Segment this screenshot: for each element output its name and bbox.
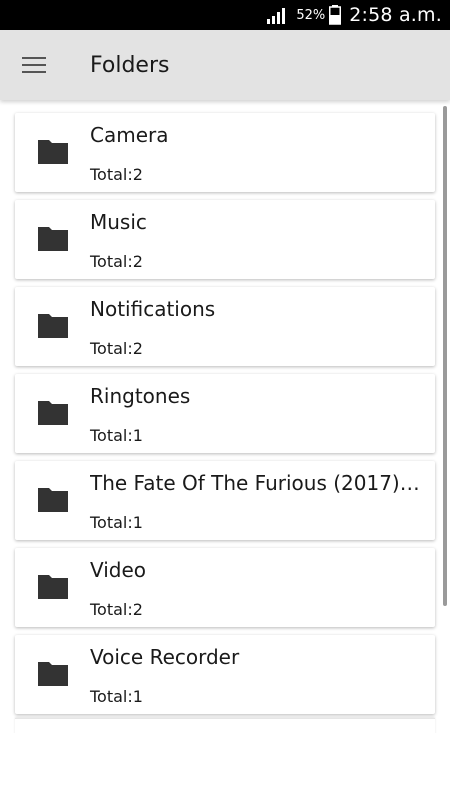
- folder-name: Music: [90, 210, 147, 234]
- folder-item-voice-recorder[interactable]: Voice Recorder Total:1: [15, 635, 435, 714]
- folder-list[interactable]: Camera Total:2 Music Total:2 Notificatio…: [0, 100, 450, 733]
- folder-item-partial[interactable]: [15, 718, 435, 733]
- folder-count: Total:2: [90, 339, 143, 358]
- battery-icon: [329, 5, 342, 25]
- folder-item-fate-of-the-furious[interactable]: The Fate Of The Furious (2017) [1080p] […: [15, 461, 435, 540]
- battery-percent: 52%: [296, 7, 326, 23]
- folder-item-camera[interactable]: Camera Total:2: [15, 113, 435, 192]
- folder-count: Total:2: [90, 252, 143, 271]
- folder-count: Total:1: [90, 687, 143, 706]
- app-bar: Folders: [0, 30, 450, 100]
- page-title: Folders: [90, 52, 170, 78]
- folder-icon: [38, 575, 68, 599]
- folder-count: Total:1: [90, 426, 143, 445]
- folder-name: The Fate Of The Furious (2017) [1080p] […: [90, 471, 425, 495]
- scrollbar[interactable]: [443, 106, 447, 606]
- status-bar: 52% 2:58 a.m.: [0, 0, 450, 30]
- folder-item-video[interactable]: Video Total:2: [15, 548, 435, 627]
- folder-name: Voice Recorder: [90, 645, 240, 669]
- clock: 2:58 a.m.: [349, 4, 442, 26]
- folder-name: Ringtones: [90, 384, 191, 408]
- folder-count: Total:1: [90, 513, 143, 532]
- folder-icon: [38, 314, 68, 338]
- folder-item-notifications[interactable]: Notifications Total:2: [15, 287, 435, 366]
- folder-icon: [38, 227, 68, 251]
- status-indicators: 52% 2:58 a.m.: [266, 0, 442, 30]
- folder-name: Video: [90, 558, 147, 582]
- folder-count: Total:2: [90, 600, 143, 619]
- folder-icon: [38, 662, 68, 686]
- folder-name: Camera: [90, 123, 169, 147]
- folder-name: Notifications: [90, 297, 216, 321]
- folder-icon: [38, 488, 68, 512]
- folder-item-ringtones[interactable]: Ringtones Total:1: [15, 374, 435, 453]
- menu-button[interactable]: [14, 46, 54, 84]
- folder-item-music[interactable]: Music Total:2: [15, 200, 435, 279]
- folder-count: Total:2: [90, 165, 143, 184]
- folder-icon: [38, 140, 68, 164]
- folder-icon: [38, 401, 68, 425]
- hamburger-menu-icon: [22, 57, 46, 73]
- signal-icon: [267, 8, 286, 24]
